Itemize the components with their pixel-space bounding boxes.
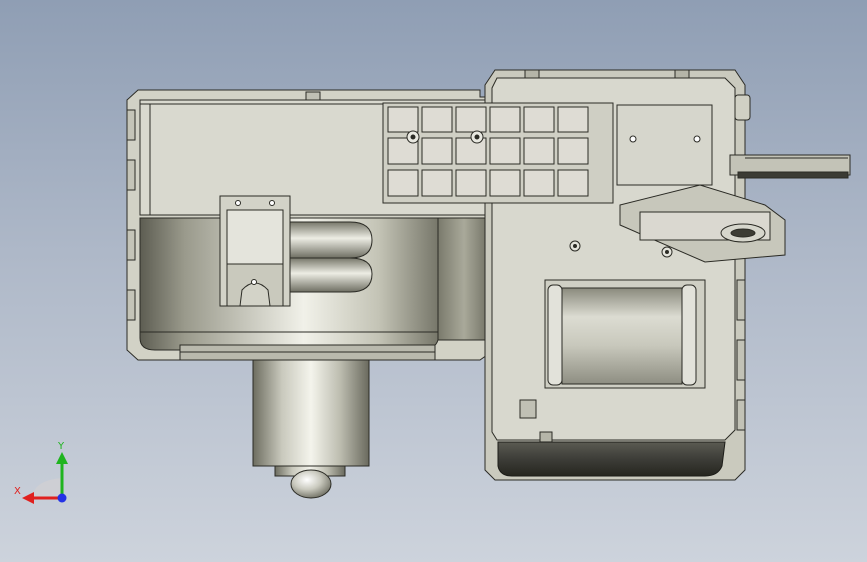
grid-panel[interactable]: [382, 102, 614, 204]
y-axis-label: Y: [58, 441, 65, 452]
top-right-block[interactable]: [616, 104, 713, 186]
motor-cylinder[interactable]: [252, 359, 370, 499]
triad-graphic: [22, 452, 68, 504]
z-axis-dot: [57, 493, 67, 503]
x-axis-arrow: [22, 492, 34, 504]
coordinate-triad: Y X: [12, 440, 74, 510]
y-axis-arrow: [56, 452, 68, 464]
cad-assembly-model[interactable]: [0, 0, 867, 562]
cad-graphics-viewport[interactable]: Y X: [0, 0, 867, 562]
motor-bracket[interactable]: [219, 195, 291, 307]
bottom-plate[interactable]: [497, 441, 726, 477]
tubes[interactable]: [287, 221, 373, 293]
right-edge-tabs[interactable]: [736, 279, 746, 431]
x-axis-label: X: [14, 486, 21, 497]
